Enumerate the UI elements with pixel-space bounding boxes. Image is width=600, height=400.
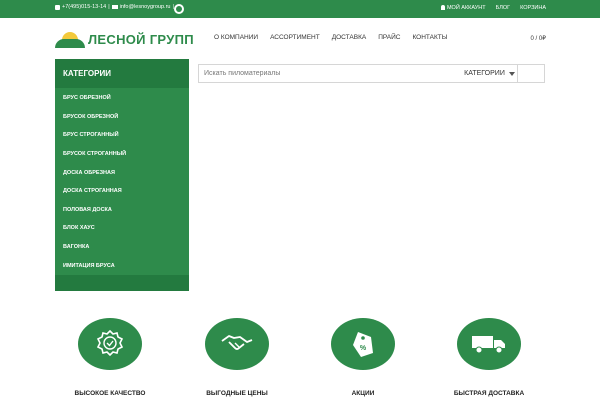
category-item[interactable]: ИМИТАЦИЯ БРУСА bbox=[55, 256, 189, 275]
category-item[interactable]: БРУС ОБРЕЗНОЙ bbox=[55, 89, 189, 108]
nav-contacts[interactable]: КОНТАКТЫ bbox=[412, 34, 447, 41]
category-item[interactable]: ПОЛОВАЯ ДОСКА bbox=[55, 201, 189, 220]
contact-info: +7(495)015-13-14 | info@lesnoygroup.ru | bbox=[55, 4, 174, 10]
main-nav: О КОМПАНИИ АССОРТИМЕНТ ДОСТАВКА ПРАЙС КО… bbox=[214, 34, 448, 41]
top-bar: +7(495)015-13-14 | info@lesnoygroup.ru |… bbox=[0, 0, 600, 18]
phone-icon bbox=[55, 4, 60, 10]
category-select-label: КАТЕГОРИИ bbox=[464, 70, 505, 77]
nav-delivery[interactable]: ДОСТАВКА bbox=[332, 34, 366, 41]
cart-summary[interactable]: 0 / 0₽ bbox=[531, 35, 547, 42]
email-link[interactable]: info@lesnoygroup.ru bbox=[120, 4, 171, 10]
category-item[interactable]: БРУСОК ОБРЕЗНОЙ bbox=[55, 108, 189, 127]
category-item[interactable]: ДОСКА ОБРЕЗНАЯ bbox=[55, 163, 189, 182]
header: ЛЕСНОЙ ГРУПП О КОМПАНИИ АССОРТИМЕНТ ДОСТ… bbox=[0, 18, 600, 59]
whatsapp-icon[interactable] bbox=[174, 4, 184, 14]
feature-label: АКЦИИ bbox=[351, 390, 375, 397]
sidebar-title: КАТЕГОРИИ bbox=[55, 59, 189, 88]
category-select[interactable]: КАТЕГОРИИ bbox=[461, 65, 518, 82]
search-button[interactable] bbox=[517, 65, 544, 82]
category-item[interactable]: ВАГОНКА bbox=[55, 238, 189, 257]
nav-price[interactable]: ПРАЙС bbox=[378, 34, 400, 41]
feature-delivery: БЫСТРАЯ ДОСТАВКА bbox=[449, 318, 529, 397]
category-item[interactable]: БРУСОК СТРОГАННЫЙ bbox=[55, 145, 189, 164]
feature-prices: ВЫГОДНЫЕ ЦЕНЫ bbox=[197, 318, 277, 397]
logo-mark-icon bbox=[55, 32, 85, 48]
feature-label: ВЫГОДНЫЕ ЦЕНЫ bbox=[206, 390, 268, 397]
mail-icon bbox=[111, 5, 118, 9]
search-input[interactable] bbox=[199, 65, 461, 82]
category-sidebar: КАТЕГОРИИ БРУС ОБРЕЗНОЙ БРУСОК ОБРЕЗНОЙ … bbox=[55, 59, 189, 291]
cart-link[interactable]: КОРЗИНА bbox=[520, 5, 546, 11]
my-account-link[interactable]: МОЙ АККАУНТ bbox=[440, 5, 486, 11]
blog-link[interactable]: БЛОГ bbox=[496, 5, 510, 11]
separator: | bbox=[108, 4, 110, 10]
nav-about[interactable]: О КОМПАНИИ bbox=[214, 34, 258, 41]
sidebar-footer bbox=[55, 275, 189, 291]
feature-quality: ВЫСОКОЕ КАЧЕСТВО bbox=[70, 318, 150, 397]
my-account-label: МОЙ АККАУНТ bbox=[446, 5, 486, 11]
category-item[interactable]: БЛОК ХАУС bbox=[55, 219, 189, 238]
phone-link[interactable]: +7(495)015-13-14 bbox=[62, 4, 106, 10]
site-logo[interactable]: ЛЕСНОЙ ГРУПП bbox=[55, 28, 194, 52]
quality-badge-icon bbox=[78, 318, 142, 370]
feature-label: БЫСТРАЯ ДОСТАВКА bbox=[453, 390, 525, 397]
search-bar: КАТЕГОРИИ bbox=[198, 64, 545, 83]
feature-promotions: % АКЦИИ bbox=[323, 318, 403, 397]
logo-text: ЛЕСНОЙ ГРУПП bbox=[88, 32, 194, 47]
category-item[interactable]: ДОСКА СТРОГАННАЯ bbox=[55, 182, 189, 201]
top-links: МОЙ АККАУНТ БЛОГ КОРЗИНА bbox=[440, 5, 546, 11]
nav-assortment[interactable]: АССОРТИМЕНТ bbox=[270, 34, 320, 41]
handshake-icon bbox=[205, 318, 269, 370]
user-icon bbox=[440, 5, 445, 10]
category-list: БРУС ОБРЕЗНОЙ БРУСОК ОБРЕЗНОЙ БРУС СТРОГ… bbox=[55, 88, 189, 275]
category-item[interactable]: БРУС СТРОГАННЫЙ bbox=[55, 126, 189, 145]
discount-tag-icon: % bbox=[331, 318, 395, 370]
svg-text:%: % bbox=[360, 345, 367, 352]
delivery-truck-icon bbox=[457, 318, 521, 370]
feature-label: ВЫСОКОЕ КАЧЕСТВО bbox=[74, 390, 146, 397]
dropdown-arrow-icon bbox=[508, 71, 515, 76]
